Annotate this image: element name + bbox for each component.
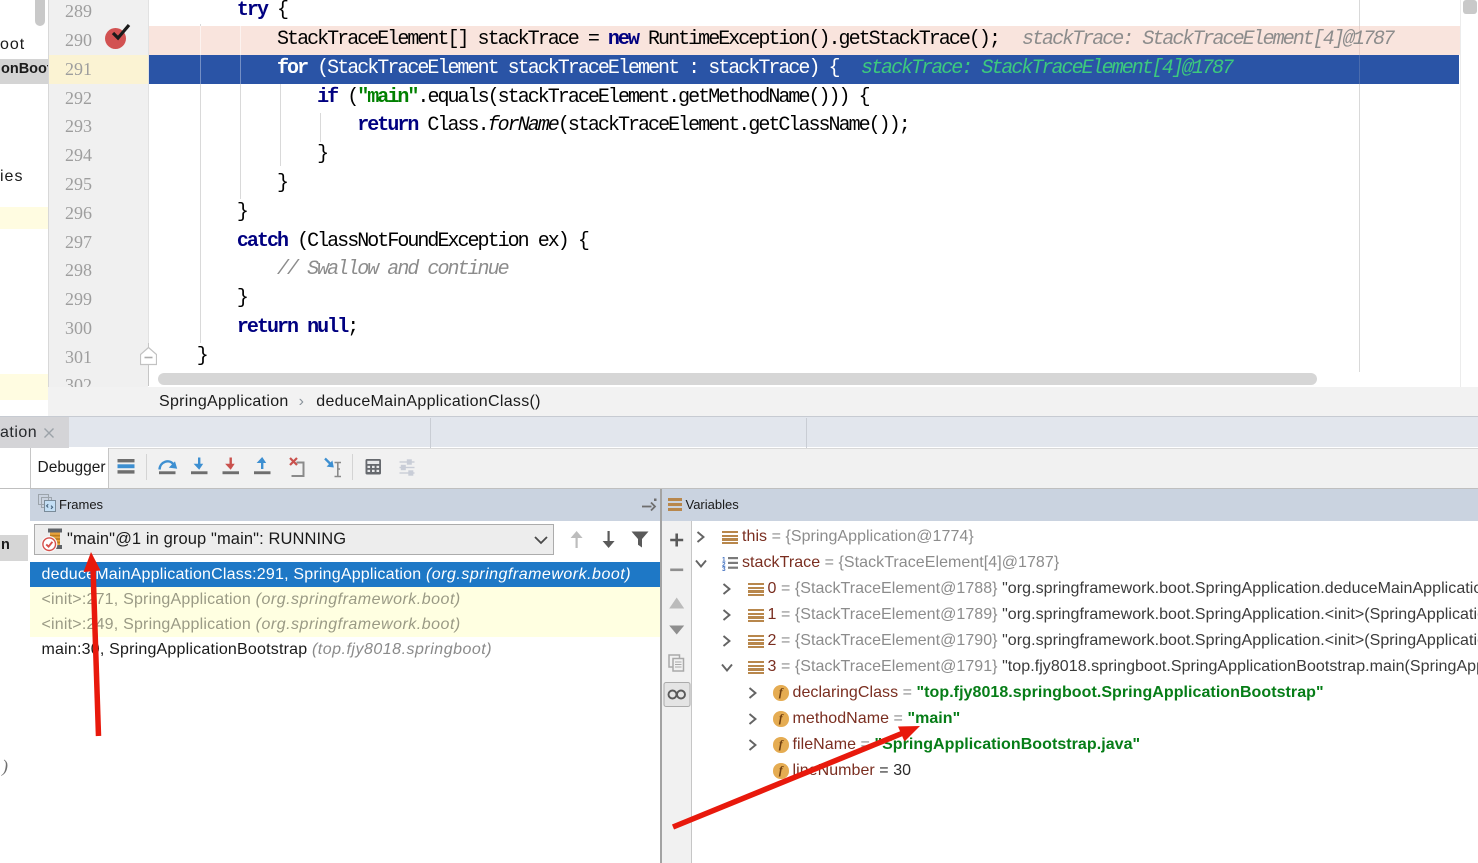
- svg-text:3: 3: [722, 566, 726, 571]
